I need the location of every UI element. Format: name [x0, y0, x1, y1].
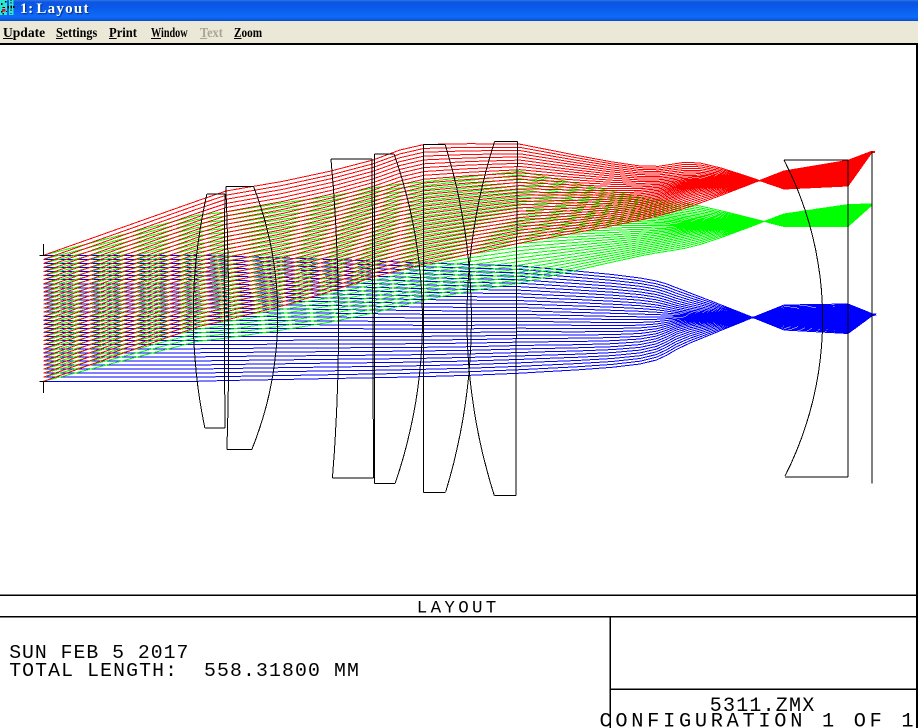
svg-text:TOTAL LENGTH: 558.31800 MM: TOTAL LENGTH: 558.31800 MM — [9, 660, 360, 682]
svg-text:CONFIGURATION 1 OF 1: CONFIGURATION 1 OF 1 — [600, 711, 918, 728]
svg-text:LAYOUT: LAYOUT — [417, 599, 500, 619]
